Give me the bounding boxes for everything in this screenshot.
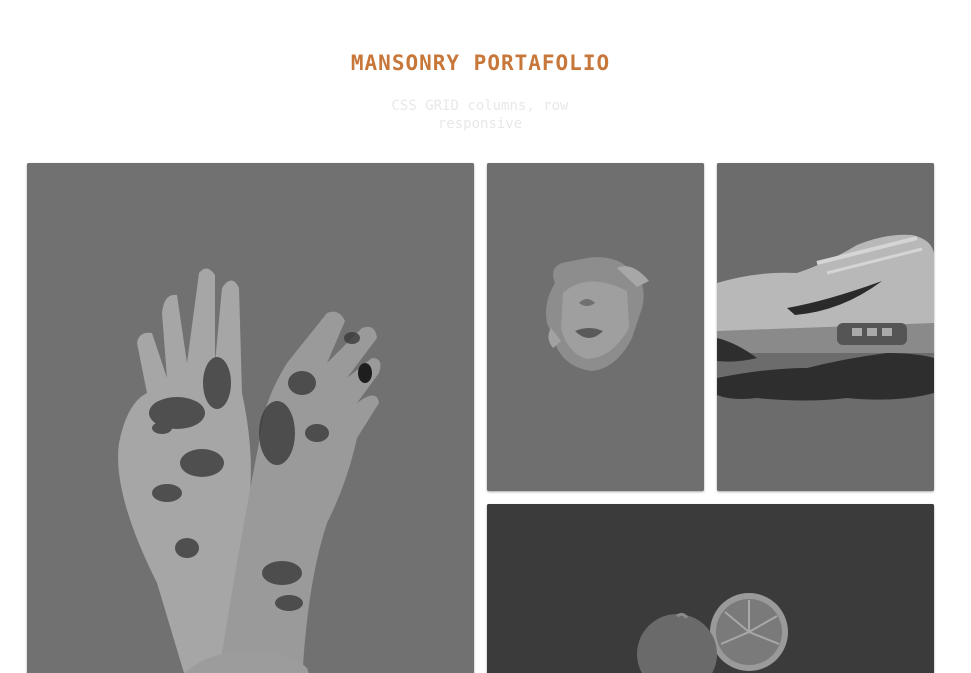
- page-title: MANSONRY PORTAFOLIO: [350, 51, 611, 75]
- gallery-item-orange[interactable]: [487, 504, 934, 673]
- gallery-item-face[interactable]: [487, 163, 704, 491]
- orange-image: [487, 504, 934, 673]
- gallery-item-hands[interactable]: [27, 163, 474, 673]
- gallery-item-sneaker[interactable]: [717, 163, 934, 491]
- sneaker-image: [717, 163, 934, 491]
- hands-image: [27, 163, 474, 673]
- face-image: [487, 163, 704, 491]
- page-subtitle: CSS GRID columns, row responsive: [391, 98, 569, 132]
